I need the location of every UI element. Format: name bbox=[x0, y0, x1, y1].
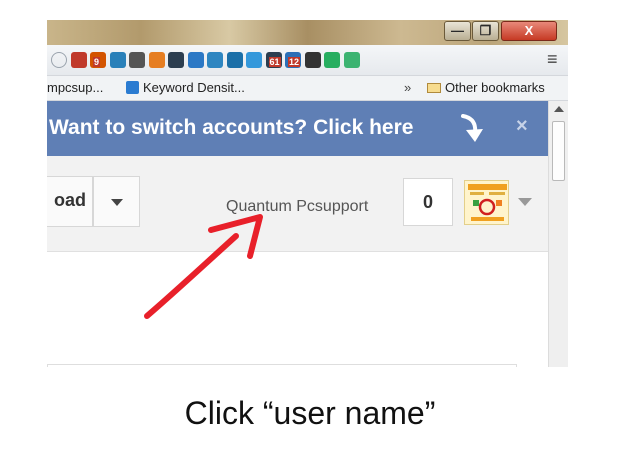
layers-icon[interactable] bbox=[304, 52, 321, 68]
other-bookmarks-label: Other bookmarks bbox=[445, 80, 545, 95]
target-icon[interactable] bbox=[226, 52, 243, 68]
scroll-up-icon[interactable] bbox=[554, 106, 564, 112]
banner-text[interactable]: Want to switch accounts? Click here bbox=[49, 116, 413, 140]
bookmark-label: Keyword Densit... bbox=[143, 80, 245, 95]
extension-badge: 9 bbox=[93, 57, 101, 67]
upload-button[interactable]: oad bbox=[47, 176, 93, 227]
menu-icon[interactable]: ≡ bbox=[547, 49, 558, 70]
keyword-favicon-icon bbox=[126, 81, 139, 94]
account-toolbar: oad Quantum Pcsupport 0 bbox=[47, 156, 548, 252]
scrollbar-thumb[interactable] bbox=[552, 121, 565, 181]
vertical-scrollbar[interactable] bbox=[548, 101, 568, 367]
chevron-down-icon bbox=[111, 199, 123, 206]
m-icon[interactable] bbox=[187, 52, 204, 68]
book-icon[interactable] bbox=[70, 52, 87, 68]
bookmark-item-keyword[interactable]: Keyword Densit... bbox=[126, 80, 245, 95]
avatar-image-icon bbox=[465, 181, 508, 224]
calendar-61-icon[interactable]: 61 bbox=[265, 52, 282, 68]
green-box-icon[interactable] bbox=[343, 52, 360, 68]
notification-count[interactable]: 0 bbox=[403, 178, 453, 226]
bug-icon[interactable] bbox=[129, 52, 145, 68]
window-title-bar: — ❐ X bbox=[47, 20, 568, 45]
fox-icon[interactable] bbox=[148, 52, 165, 68]
page-content: Want to switch accounts? Click here × oa… bbox=[47, 101, 548, 367]
banner-close-icon[interactable]: × bbox=[516, 115, 528, 138]
screen-icon[interactable] bbox=[109, 52, 126, 68]
browser-toolbar: ≡ 9 61 12 bbox=[47, 45, 568, 76]
extension-badge: 61 bbox=[268, 57, 281, 67]
check-icon[interactable] bbox=[246, 52, 262, 68]
bookmarks-bar: mpcsup... Keyword Densit... » Other book… bbox=[47, 76, 568, 101]
instruction-caption: Click “user name” bbox=[184, 395, 436, 431]
browser-screenshot: — ❐ X ≡ 9 61 12 mpcsup... Keyword Densit..… bbox=[47, 20, 568, 367]
avatar[interactable] bbox=[464, 180, 509, 225]
extension-badge: 12 bbox=[288, 57, 301, 67]
download-9-icon[interactable]: 9 bbox=[90, 52, 106, 68]
switch-accounts-banner[interactable]: Want to switch accounts? Click here × bbox=[47, 101, 548, 156]
pen-icon[interactable] bbox=[207, 52, 223, 68]
tweet-12-icon[interactable]: 12 bbox=[285, 52, 301, 68]
minimize-button[interactable]: — bbox=[444, 21, 471, 41]
plus-circle-icon[interactable] bbox=[324, 52, 340, 68]
bookmarks-overflow-icon[interactable]: » bbox=[404, 80, 411, 95]
arrow-down-icon bbox=[461, 114, 483, 142]
close-button[interactable]: X bbox=[501, 21, 557, 41]
star-icon[interactable] bbox=[51, 52, 67, 68]
bookmark-item-1[interactable]: mpcsup... bbox=[47, 80, 103, 95]
upload-dropdown-button[interactable] bbox=[93, 176, 140, 227]
account-menu-caret-icon[interactable] bbox=[518, 198, 532, 206]
at-icon[interactable] bbox=[168, 52, 184, 68]
user-name-link[interactable]: Quantum Pcsupport bbox=[226, 198, 368, 216]
other-bookmarks[interactable]: Other bookmarks bbox=[427, 80, 545, 95]
content-panel bbox=[47, 364, 517, 367]
maximize-button[interactable]: ❐ bbox=[472, 21, 499, 41]
folder-icon bbox=[427, 83, 441, 93]
